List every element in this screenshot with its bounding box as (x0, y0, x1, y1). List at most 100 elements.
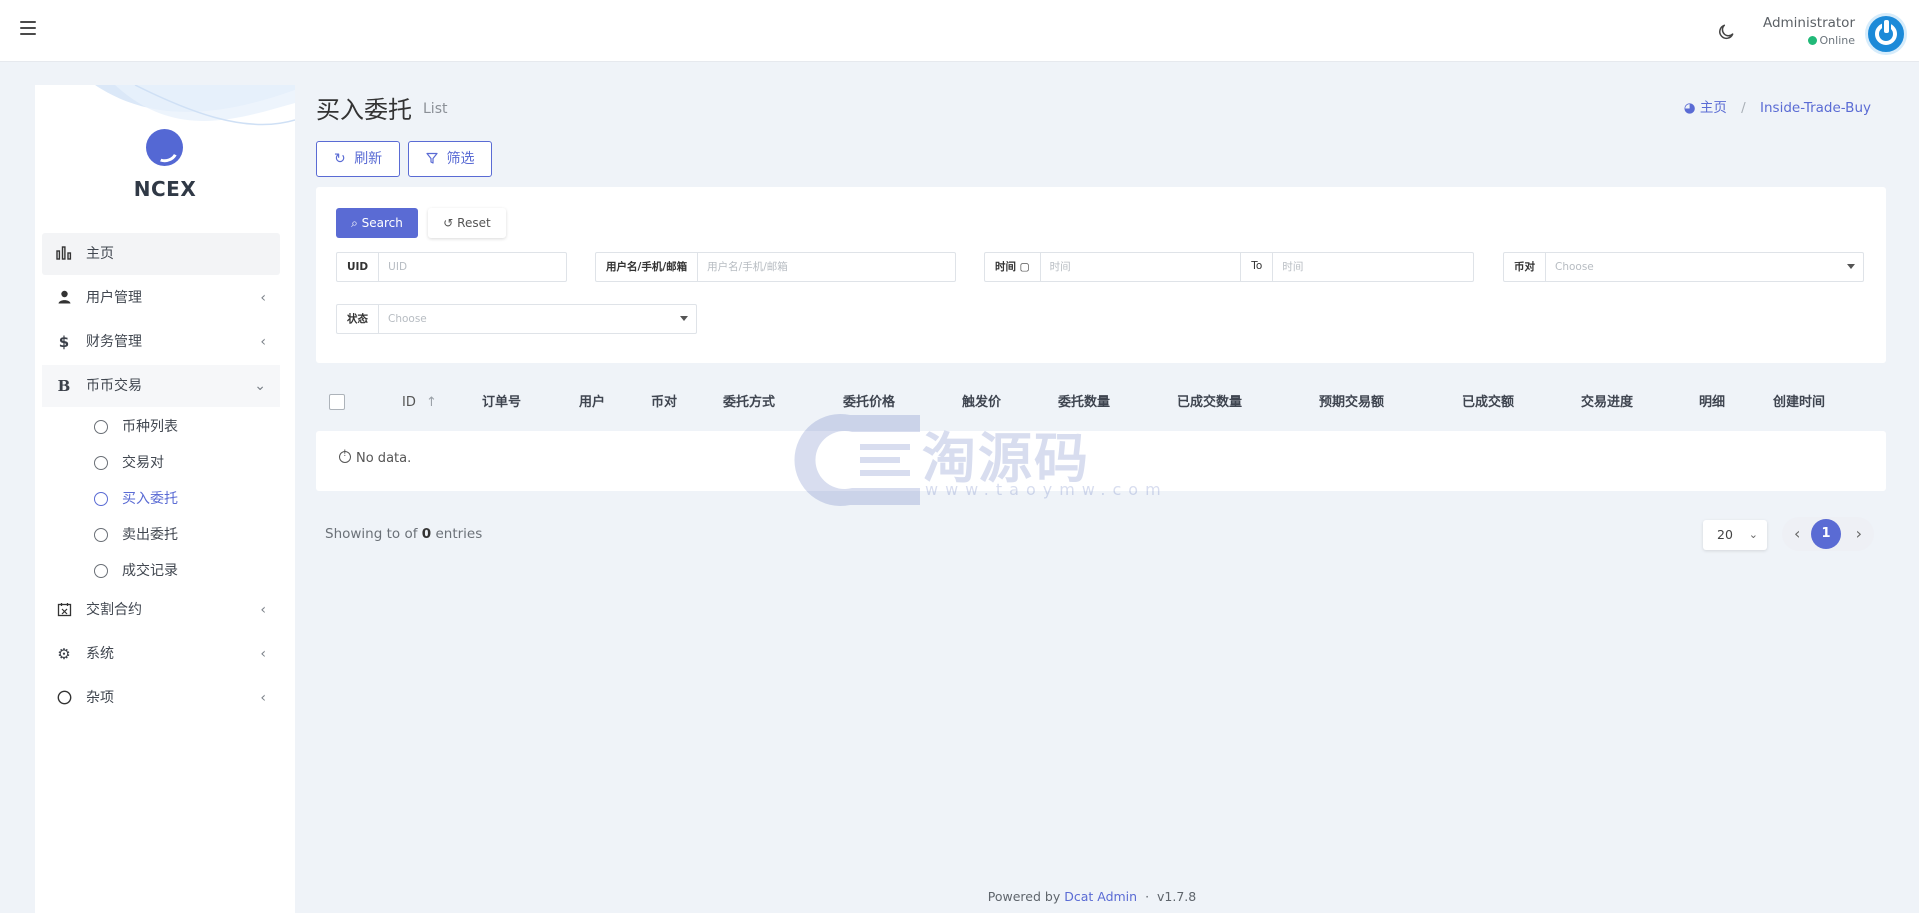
bitcoin-icon: B (57, 377, 71, 395)
column-header-trigger-price: 触发价 (962, 395, 1002, 410)
pair-select-value: Choose (1555, 261, 1594, 273)
user-status: Online (1763, 33, 1855, 49)
brand-logo-icon (146, 129, 183, 166)
sidebar-wave-decoration (95, 85, 295, 126)
bar-chart-icon (54, 233, 74, 275)
caret-down-icon (1847, 264, 1855, 269)
top-navbar: Administrator Online (0, 0, 1919, 62)
sidebar-subitem-buy-orders[interactable]: 买入委托 (42, 481, 280, 517)
uid-input[interactable] (379, 253, 566, 281)
sidebar-item-delivery-contracts[interactable]: 交割合约 ‹ (42, 589, 280, 631)
breadcrumb-home[interactable]: 主页 (1700, 100, 1727, 116)
uid-filter: UID (336, 252, 567, 282)
status-filter-label: 状态 (337, 305, 379, 333)
footer-separator: · (1145, 889, 1150, 904)
entries-summary: Showing to of 0 entries (325, 526, 482, 542)
sidebar-item-label: 杂项 (86, 690, 114, 706)
calendar-x-icon (54, 589, 74, 631)
column-header-user: 用户 (579, 395, 606, 410)
time-filter: 时间 ▢ To (984, 252, 1474, 282)
circle-icon (94, 564, 108, 578)
column-header-order-type: 委托方式 (723, 395, 776, 410)
footer-version: v1.7.8 (1157, 889, 1197, 904)
user-info[interactable]: Administrator Online (1763, 14, 1855, 49)
select-all-checkbox[interactable] (329, 394, 345, 410)
sidebar: NCEX 主页 用户管理 ‹ $ 财务管理 ‹ B 币币交易 ⌄ 币种列表 交易… (35, 85, 295, 913)
chevron-left-icon: ‹ (260, 334, 266, 350)
sort-arrow-icon: ↑ (426, 395, 437, 410)
users-icon (54, 277, 74, 319)
column-header-progress: 交易进度 (1581, 395, 1634, 410)
dashboard-icon: ◕ (1683, 100, 1696, 116)
filter-label: 筛选 (446, 151, 475, 167)
sidebar-subitem-trade-records[interactable]: 成交记录 (42, 553, 280, 589)
time-from-input[interactable] (1040, 253, 1241, 281)
sidebar-subitem-trading-pairs[interactable]: 交易对 (42, 445, 280, 481)
chevron-left-icon: ‹ (260, 646, 266, 662)
sidebar-item-label: 财务管理 (86, 334, 142, 350)
pair-select[interactable]: Choose (1546, 253, 1863, 281)
filter-button[interactable]: 筛选 (408, 141, 493, 177)
sidebar-subitem-sell-orders[interactable]: 卖出委托 (42, 517, 280, 553)
avatar[interactable] (1865, 13, 1907, 55)
menu-toggle-icon[interactable] (20, 21, 36, 35)
sidebar-subitem-label: 成交记录 (122, 563, 178, 579)
status-filter: 状态 Choose (336, 304, 697, 334)
column-header-order-price: 委托价格 (843, 395, 896, 410)
user-name: Administrator (1762, 15, 1855, 31)
pair-filter: 币对 Choose (1503, 252, 1864, 282)
column-header-expected-amount: 预期交易额 (1319, 395, 1385, 410)
circle-icon (94, 528, 108, 542)
table-body: No data. (316, 431, 1886, 491)
footer: Powered by Dcat Admin · v1.7.8 (0, 889, 1919, 904)
column-header-created-at: 创建时间 (1773, 395, 1826, 410)
calendar-icon: ▢ (1019, 261, 1030, 273)
dollar-icon: $ (58, 333, 70, 351)
undo-icon: ↺ (443, 216, 454, 230)
sidebar-subitem-label: 币种列表 (122, 419, 178, 435)
sidebar-item-label: 主页 (86, 246, 114, 262)
footer-link[interactable]: Dcat Admin (1064, 889, 1137, 904)
sidebar-item-misc[interactable]: 杂项 ‹ (42, 677, 280, 719)
sidebar-item-spot-trading[interactable]: B 币币交易 ⌄ (42, 365, 280, 407)
sidebar-subitem-coin-list[interactable]: 币种列表 (42, 409, 280, 445)
page-button-current[interactable]: 1 (1811, 519, 1841, 549)
column-header-id[interactable]: ID ↑ (402, 377, 437, 429)
sidebar-item-label: 交割合约 (86, 602, 142, 618)
summary-prefix: Showing to of (325, 526, 418, 542)
breadcrumb: ◕ 主页 / Inside-Trade-Buy (1684, 96, 1871, 116)
chevron-down-icon: ⌄ (254, 378, 266, 394)
footer-prefix: Powered by (987, 889, 1061, 904)
refresh-button[interactable]: ↻ 刷新 (316, 141, 401, 177)
search-label: Search (361, 216, 403, 230)
sidebar-item-finance[interactable]: $ 财务管理 ‹ (42, 321, 280, 363)
reset-label: Reset (457, 216, 491, 230)
status-select[interactable]: Choose (379, 305, 696, 333)
per-page-select[interactable]: 20 ⌄ (1703, 520, 1767, 550)
user-filter-label: 用户名/手机/邮箱 (596, 253, 699, 281)
breadcrumb-current: Inside-Trade-Buy (1760, 100, 1871, 116)
sidebar-item-home[interactable]: 主页 (42, 233, 280, 275)
search-button[interactable]: ⌕ Search (336, 208, 418, 238)
next-page-icon[interactable]: › (1856, 517, 1862, 551)
circle-icon (94, 456, 108, 470)
sidebar-item-system[interactable]: ⚙ 系统 ‹ (42, 633, 280, 675)
sidebar-item-users[interactable]: 用户管理 ‹ (42, 277, 280, 319)
summary-count: 0 (421, 526, 432, 542)
reset-button[interactable]: ↺ Reset (428, 208, 506, 238)
status-select-value: Choose (388, 313, 427, 325)
chevron-left-icon: ‹ (260, 602, 266, 618)
user-input[interactable] (698, 253, 955, 281)
pagination: ‹ 1 › (1782, 517, 1874, 551)
moon-icon[interactable] (1716, 22, 1736, 42)
pair-filter-label: 币对 (1504, 253, 1546, 281)
column-header-order-qty: 委托数量 (1058, 395, 1111, 410)
time-to-input[interactable] (1273, 253, 1474, 281)
user-status-text: Online (1819, 34, 1855, 47)
circle-icon (94, 420, 108, 434)
filter-icon (426, 152, 438, 164)
sidebar-menu: 主页 用户管理 ‹ $ 财务管理 ‹ B 币币交易 ⌄ 币种列表 交易对 买入委… (42, 233, 280, 721)
summary-suffix: entries (435, 526, 483, 542)
prev-page-icon[interactable]: ‹ (1794, 517, 1800, 551)
sidebar-item-label: 系统 (86, 646, 114, 662)
